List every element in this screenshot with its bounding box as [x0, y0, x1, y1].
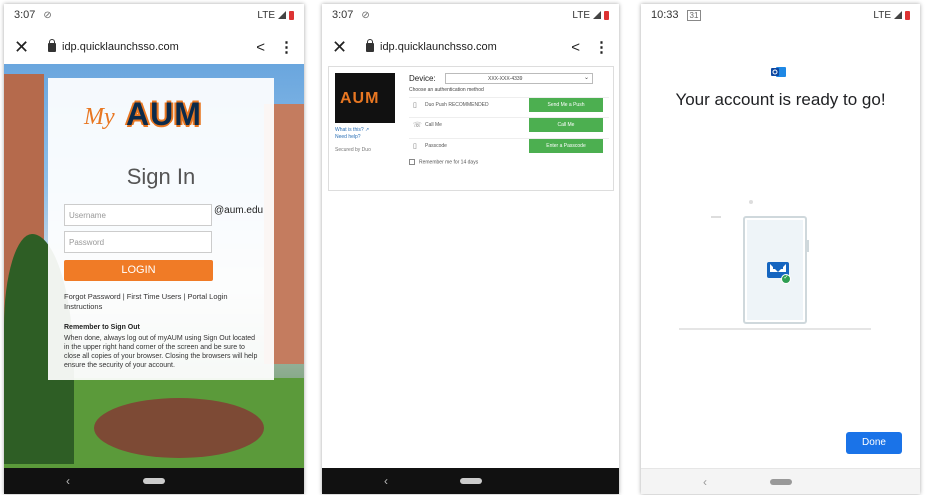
device-label: Device: [409, 74, 436, 83]
share-icon[interactable]: < [571, 39, 580, 56]
status-bar: 3:07 ⊘ LTE [322, 4, 619, 26]
more-menu-icon[interactable]: ⋮ [594, 38, 609, 56]
done-button[interactable]: Done [846, 432, 902, 454]
myaum-logo: My AUM [84, 96, 202, 132]
phone-illustration: ✓ [743, 216, 807, 324]
remember-title: Remember to Sign Out [64, 324, 140, 331]
battery-icon [289, 10, 294, 20]
call-me-button[interactable]: Call Me [529, 118, 603, 132]
help-links[interactable]: Forgot Password | First Time Users | Por… [64, 292, 264, 312]
remember-me[interactable]: Remember me for 14 days [409, 159, 478, 165]
duo-frame: AUM What is this? ↗ Need help? Secured b… [328, 66, 614, 191]
browser-toolbar: ✕ idp.quicklaunchsso.com < ⋮ [322, 30, 619, 64]
secured-by-duo: Secured by Duo [335, 147, 371, 153]
home-pill[interactable] [143, 478, 165, 484]
calendar-icon: 31 [686, 9, 702, 21]
share-icon[interactable]: < [256, 39, 265, 56]
choose-method-label: Choose an authentication method [409, 87, 484, 93]
lock-icon [48, 38, 56, 52]
dnd-icon: ⊘ [361, 9, 370, 21]
need-help-link[interactable]: Need help? [335, 134, 369, 141]
device-select[interactable]: XXX-XXX-4339 ⌄ [445, 73, 593, 84]
back-icon[interactable]: ‹ [384, 474, 388, 488]
aum-logo: AUM [335, 73, 395, 123]
enter-passcode-button[interactable]: Enter a Passcode [529, 139, 603, 153]
home-pill[interactable] [459, 478, 482, 484]
system-nav-bar: ‹ [4, 468, 304, 494]
home-pill[interactable] [769, 478, 792, 485]
method-passcode: ▯ Passcode Enter a Passcode [409, 138, 609, 153]
dnd-icon: ⊘ [43, 9, 52, 21]
close-icon[interactable]: ✕ [14, 37, 36, 58]
login-button[interactable]: LOGIN [64, 260, 213, 281]
divider [679, 328, 871, 330]
passcode-icon: ▯ [413, 143, 417, 150]
status-bar: 3:07 ⊘ LTE [4, 4, 304, 26]
close-icon[interactable]: ✕ [332, 37, 354, 58]
checkmark-icon: ✓ [781, 274, 791, 284]
status-time: 3:07 [14, 9, 36, 21]
phone-aum-sign-in: 3:07 ⊘ LTE ✕ idp.quicklaunchsso.com < ⋮ … [4, 4, 304, 494]
ready-headline: Your account is ready to go! [675, 90, 886, 109]
remember-text: When done, always log out of myAUM using… [64, 335, 258, 369]
system-nav-bar: ‹ [322, 468, 619, 494]
phone-icon: ▯ [413, 102, 417, 109]
username-input[interactable]: Username [64, 204, 212, 226]
call-icon: ☏ [413, 122, 422, 129]
status-time: 10:33 [651, 9, 679, 21]
status-bar: 10:33 31 LTE [641, 4, 920, 26]
battery-icon [905, 10, 910, 20]
duo-help-links: What is this? ↗ Need help? [335, 127, 369, 141]
more-menu-icon[interactable]: ⋮ [279, 38, 294, 56]
phone-duo-auth: 3:07 ⊘ LTE ✕ idp.quicklaunchsso.com < ⋮ … [322, 4, 619, 494]
domain-suffix: @aum.edu [214, 205, 264, 216]
url-text[interactable]: idp.quicklaunchsso.com [62, 41, 179, 53]
url-text[interactable]: idp.quicklaunchsso.com [380, 41, 497, 53]
lock-icon [366, 38, 374, 52]
password-input[interactable]: Password [64, 231, 212, 253]
signal-icon [278, 11, 286, 19]
device-illustration: ✓ [641, 194, 920, 344]
network-label: LTE [257, 9, 275, 21]
method-call-me: ☏ Call Me Call Me [409, 117, 609, 132]
status-time: 3:07 [332, 9, 354, 21]
remember-checkbox[interactable] [409, 159, 415, 165]
battery-icon [604, 10, 609, 20]
login-card: My AUM Sign In Username @aum.edu Passwor… [48, 78, 274, 380]
page-title: Sign In [126, 164, 196, 189]
chevron-down-icon: ⌄ [583, 75, 589, 81]
system-nav-bar: ‹ [641, 468, 920, 494]
outlook-icon [771, 67, 786, 77]
browser-toolbar: ✕ idp.quicklaunchsso.com < ⋮ [4, 30, 304, 64]
signal-icon [593, 11, 601, 19]
back-icon[interactable]: ‹ [703, 475, 707, 489]
send-push-button[interactable]: Send Me a Push [529, 98, 603, 112]
network-label: LTE [873, 9, 891, 21]
device-value: XXX-XXX-4339 [488, 76, 523, 82]
phone-outlook-ready: 10:33 31 LTE Your account is ready to go… [641, 4, 920, 494]
network-label: LTE [572, 9, 590, 21]
method-duo-push: ▯ Duo Push RECOMMENDED Send Me a Push [409, 97, 609, 112]
what-is-this-link[interactable]: What is this? ↗ [335, 127, 369, 134]
signal-icon [894, 11, 902, 19]
back-icon[interactable]: ‹ [66, 474, 70, 488]
